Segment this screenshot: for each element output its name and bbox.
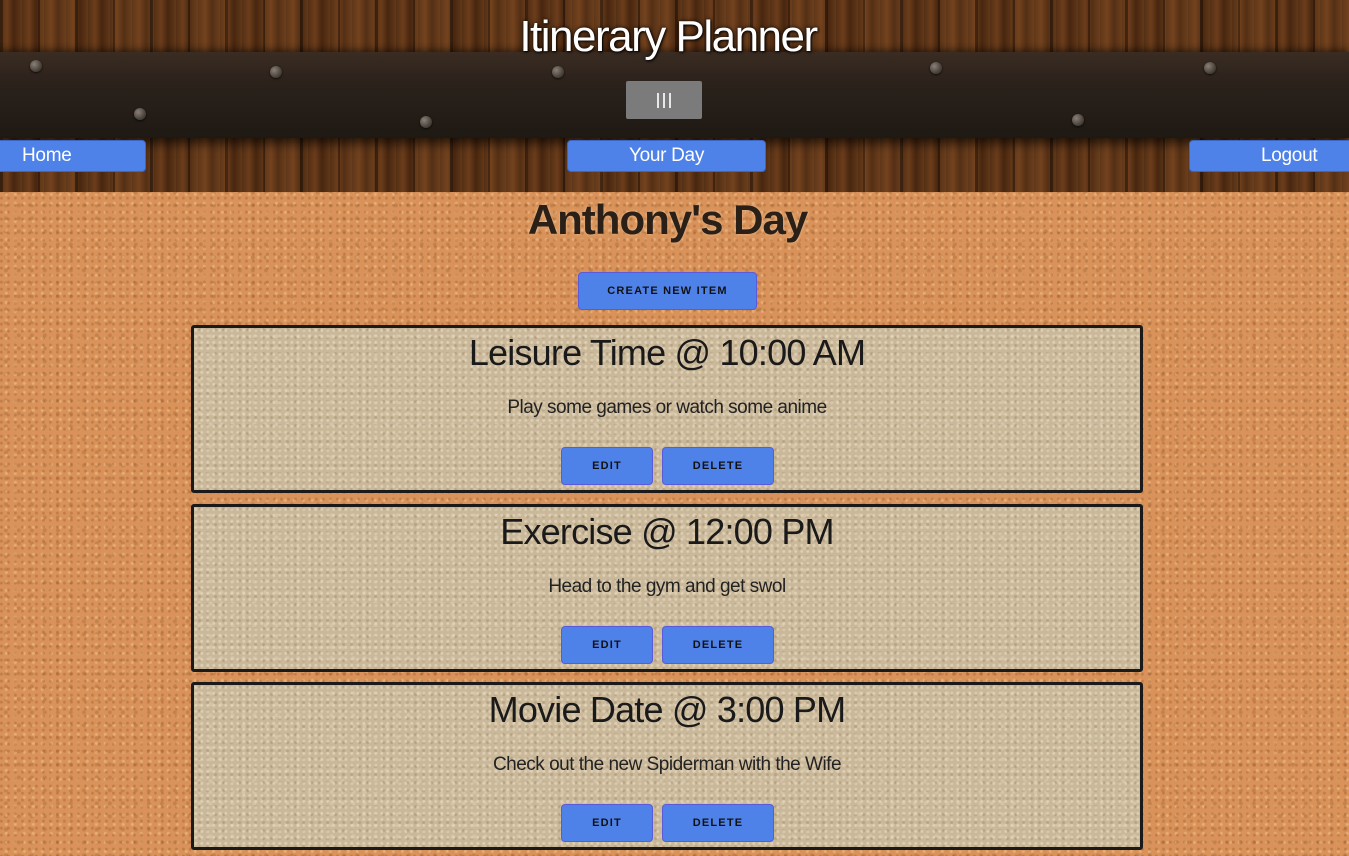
edit-button[interactable]: EDIT (561, 447, 653, 485)
itinerary-item-card: Leisure Time @ 10:00 AM Play some games … (191, 325, 1143, 493)
item-description: Head to the gym and get swol (548, 576, 786, 597)
bolt-icon (552, 66, 564, 78)
page-title: Anthony's Day (527, 196, 808, 243)
site-title: Itinerary Planner (519, 12, 818, 61)
bolt-icon (134, 108, 146, 120)
item-description: Check out the new Spiderman with the Wif… (492, 754, 842, 775)
menu-toggle-button[interactable] (626, 81, 702, 119)
delete-button[interactable]: DELETE (662, 804, 774, 842)
item-description: Play some games or watch some anime (507, 397, 827, 418)
bolt-icon (1204, 62, 1216, 74)
edit-button[interactable]: EDIT (561, 626, 653, 664)
bolt-icon (270, 66, 282, 78)
bolt-icon (420, 116, 432, 128)
delete-button[interactable]: DELETE (662, 447, 774, 485)
hamburger-bar (669, 92, 671, 108)
itinerary-item-card: Movie Date @ 3:00 PM Check out the new S… (191, 682, 1143, 850)
bolt-icon (1072, 114, 1084, 126)
delete-button[interactable]: DELETE (662, 626, 774, 664)
item-title: Movie Date @ 3:00 PM (488, 689, 847, 730)
create-new-item-button[interactable]: CREATE NEW ITEM (578, 272, 757, 310)
item-title: Exercise @ 12:00 PM (500, 511, 834, 552)
nav-home-button[interactable]: Home (0, 140, 146, 172)
nav-your-day-button[interactable]: Your Day (567, 140, 766, 172)
itinerary-item-card: Exercise @ 12:00 PM Head to the gym and … (191, 504, 1143, 672)
edit-button[interactable]: EDIT (561, 804, 653, 842)
item-title: Leisure Time @ 10:00 AM (468, 332, 866, 373)
hamburger-vertical-bars-icon (657, 92, 659, 108)
site-header: Itinerary Planner Home Your Day Logout (0, 0, 1349, 192)
hamburger-bar (663, 92, 665, 108)
nav-logout-button[interactable]: Logout (1189, 140, 1349, 172)
bolt-icon (930, 62, 942, 74)
